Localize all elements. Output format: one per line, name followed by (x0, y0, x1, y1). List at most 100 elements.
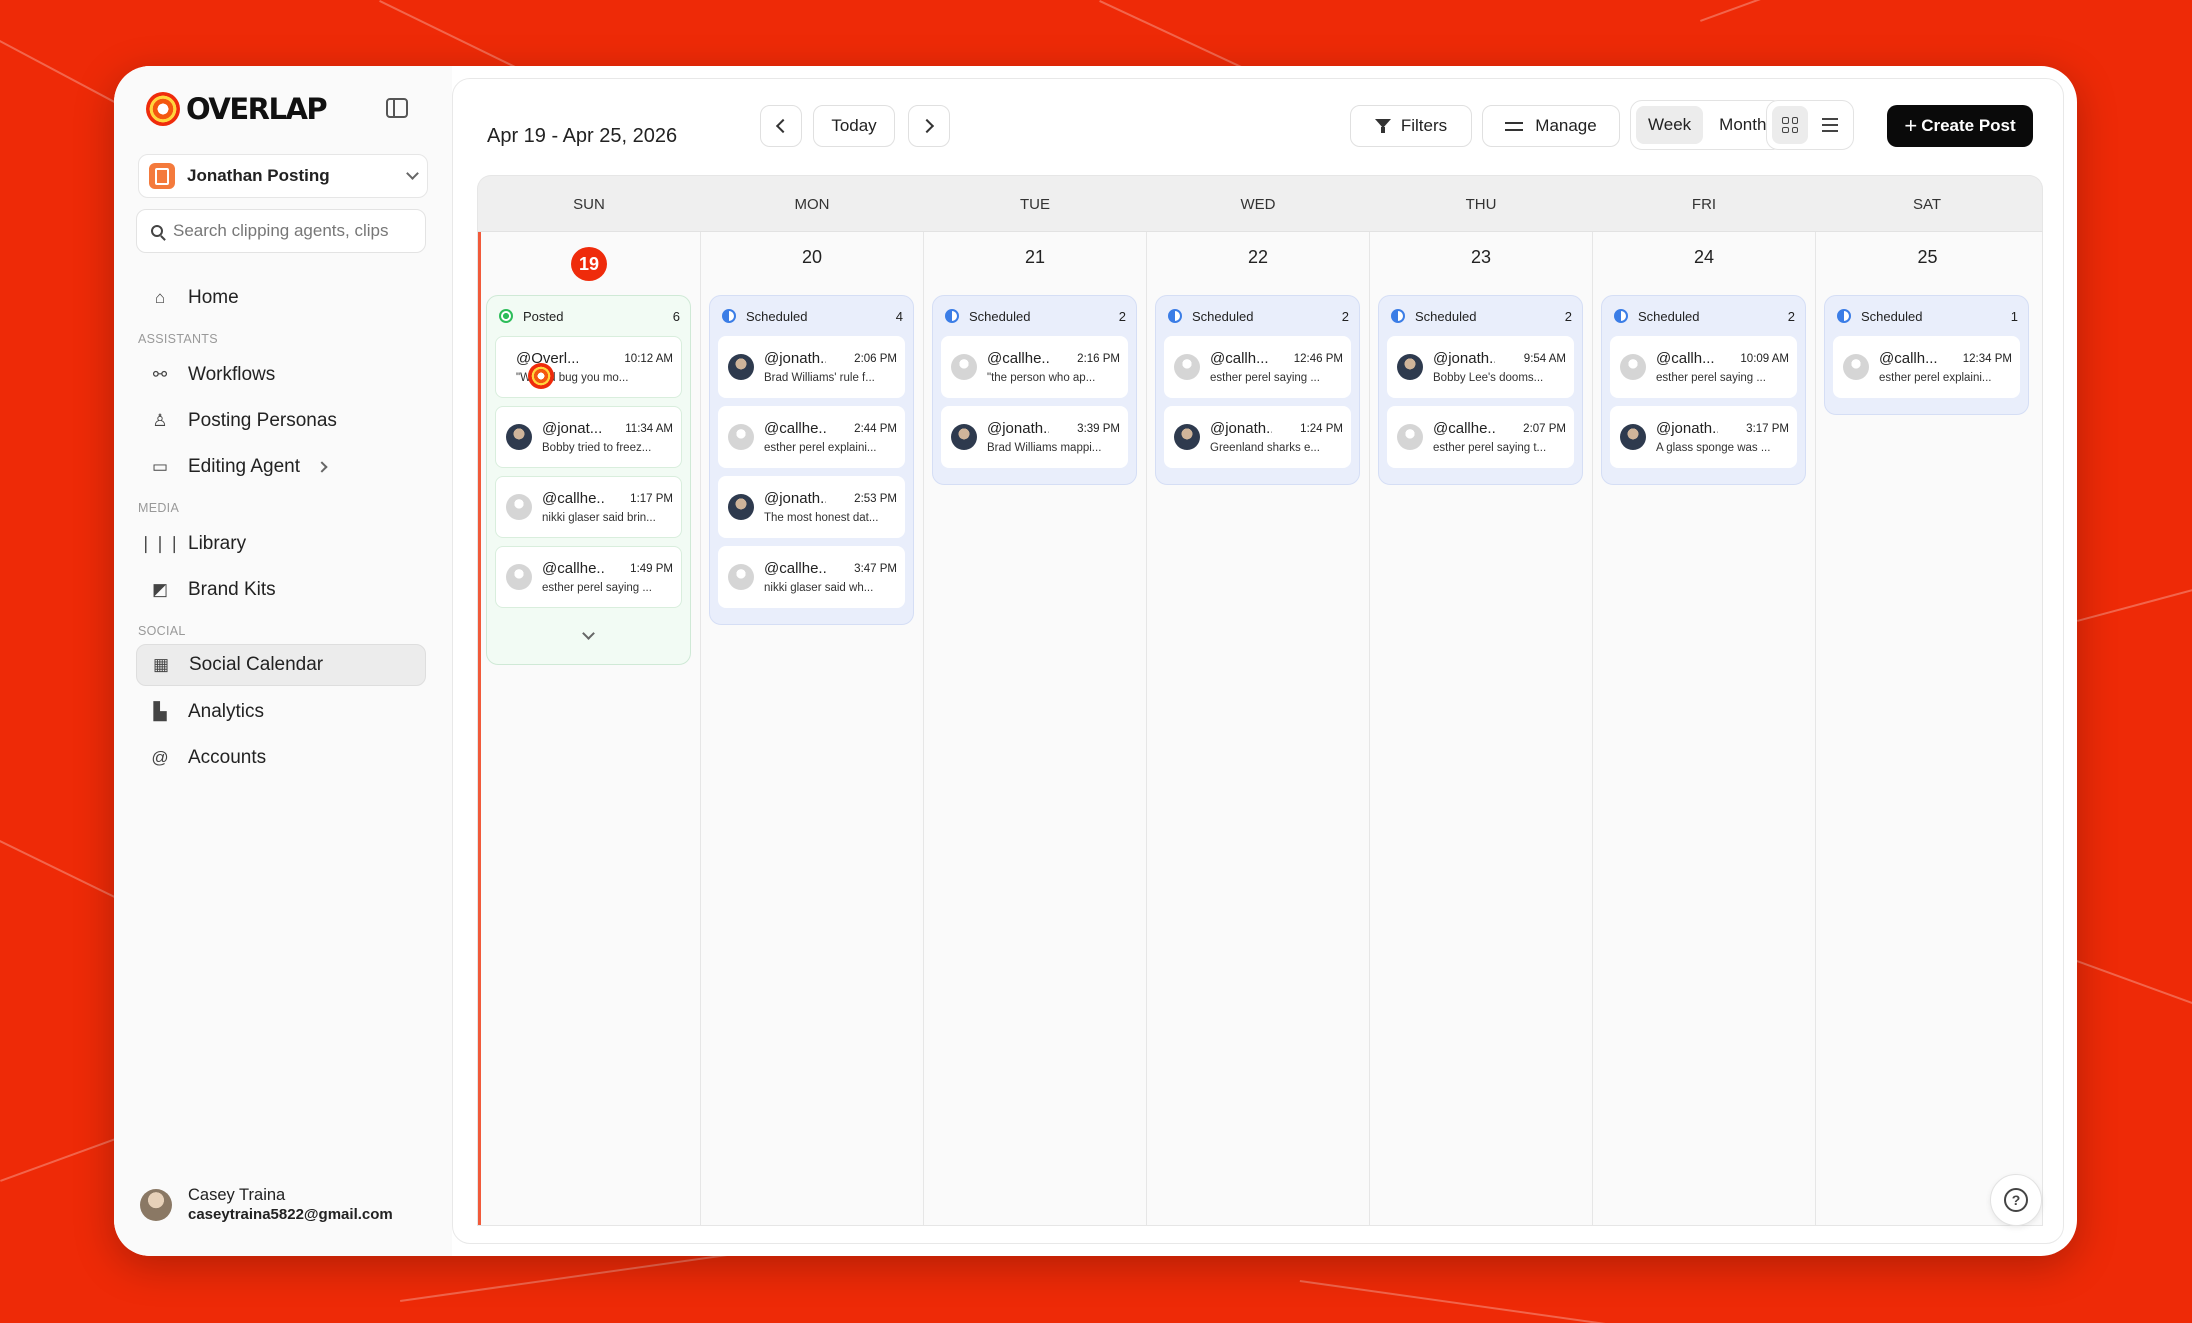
chevron-down-icon (406, 167, 419, 180)
nav-editing-agent-label: Editing Agent (188, 456, 300, 477)
group-header[interactable]: Scheduled 2 (1610, 296, 1797, 336)
post-handle: @callhe... (764, 560, 826, 577)
user-profile[interactable]: Casey Traina caseytraina5822@gmail.com (140, 1186, 393, 1224)
post-card[interactable]: @callhe... 2:07 PM esther perel saying t..… (1387, 406, 1574, 468)
day-number-text: 23 (1470, 247, 1492, 267)
posted-group: Posted 6 @Overl... 10:12 AM "What'd bug you … (486, 295, 691, 665)
workspace-icon (149, 163, 175, 189)
avatar (140, 1189, 172, 1221)
day-column[interactable]: 20 Scheduled 4 @jonath... 2:06 PM Brad Willia… (701, 232, 924, 1225)
post-handle: @callh... (1210, 350, 1269, 367)
avatar (506, 494, 532, 520)
post-time: 3:39 PM (1077, 422, 1120, 435)
post-time: 10:09 AM (1740, 352, 1789, 365)
help-button[interactable]: ? (1990, 1174, 2042, 1226)
group-header[interactable]: Scheduled 4 (718, 296, 905, 336)
group-header[interactable]: Scheduled 2 (1164, 296, 1351, 336)
post-card[interactable]: @callh... 12:34 PM esther perel explaini..… (1833, 336, 2020, 398)
nav-home[interactable]: ⌂ Home (136, 277, 426, 319)
avatar (1843, 354, 1869, 380)
nav-posting-personas[interactable]: ♙ Posting Personas (136, 400, 426, 442)
post-handle: @callhe... (542, 560, 604, 577)
nav-library[interactable]: ❘❘❘ Library (136, 523, 426, 565)
post-caption: Brad Williams' rule f... (764, 372, 875, 384)
nav-accounts[interactable]: @ Accounts (136, 737, 426, 779)
library-icon: ❘❘❘ (138, 534, 182, 553)
today-button[interactable]: Today (813, 105, 895, 147)
post-handle: @jonath... (1433, 350, 1495, 367)
post-card[interactable]: @jonath... 2:53 PM The most honest dat... (718, 476, 905, 538)
show-more-button[interactable] (495, 616, 682, 656)
post-time: 1:17 PM (630, 492, 673, 505)
day-number-text: 19 (571, 247, 607, 281)
day-number-text: 21 (1024, 247, 1046, 267)
scheduled-status-icon (945, 309, 959, 323)
scheduled-group: Scheduled 2 @jonath... 9:54 AM Bobby Lee's d… (1378, 295, 1583, 485)
avatar (506, 424, 532, 450)
create-post-button[interactable]: + Create Post (1887, 105, 2033, 147)
post-card[interactable]: @callhe... 1:49 PM esther perel saying ... (495, 546, 682, 608)
day-column[interactable]: 21 Scheduled 2 @callhe... 2:16 PM "the person… (924, 232, 1147, 1225)
group-header[interactable]: Scheduled 2 (1387, 296, 1574, 336)
day-column[interactable]: 23 Scheduled 2 @jonath... 9:54 AM Bobby Lee's… (1370, 232, 1593, 1225)
group-header[interactable]: Posted 6 (495, 296, 682, 336)
day-column[interactable]: 22 Scheduled 2 @callh... 12:46 PM esther pere… (1147, 232, 1370, 1225)
nav-workflows[interactable]: ⚯ Workflows (136, 354, 426, 396)
nav-accounts-label: Accounts (188, 747, 267, 768)
list-view-option[interactable] (1812, 106, 1848, 144)
post-caption: esther perel saying ... (1656, 372, 1766, 384)
group-count: 2 (1118, 308, 1126, 324)
avatar (728, 564, 754, 590)
workspace-selector[interactable]: Jonathan Posting (138, 154, 428, 198)
post-card[interactable]: @jonath... 3:17 PM A glass sponge was ... (1610, 406, 1797, 468)
post-card[interactable]: @callhe... 2:16 PM "the person who ap... (941, 336, 1128, 398)
post-card[interactable]: @jonath... 2:06 PM Brad Williams' rule f..… (718, 336, 905, 398)
background-line (1299, 1280, 1796, 1323)
group-header[interactable]: Scheduled 2 (941, 296, 1128, 336)
nav-analytics[interactable]: ▙ Analytics (136, 691, 426, 733)
post-card[interactable]: @jonath... 3:39 PM Brad Williams mappi... (941, 406, 1128, 468)
day-column[interactable]: 25 Scheduled 1 @callh... 12:34 PM esther pere… (1816, 232, 2039, 1225)
sidebar-toggle-icon[interactable] (386, 98, 408, 118)
background-line (1700, 0, 2192, 22)
manage-label: Manage (1535, 116, 1597, 135)
group-count: 2 (1341, 308, 1349, 324)
search-input[interactable]: Search clipping agents, clips (136, 209, 426, 253)
day-number: 21 (924, 247, 1146, 268)
post-caption: Bobby tried to freez... (542, 442, 652, 454)
grid-view-option[interactable] (1772, 106, 1808, 144)
scheduled-group: Scheduled 2 @callh... 12:46 PM esther perel … (1155, 295, 1360, 485)
post-card[interactable]: @callh... 12:46 PM esther perel saying ... (1164, 336, 1351, 398)
nav-brand-kits[interactable]: ◩ Brand Kits (136, 569, 426, 611)
person-icon: ♙ (152, 411, 168, 430)
post-card[interactable]: @jonat... 11:34 AM Bobby tried to freez... (495, 406, 682, 468)
post-caption: esther perel explaini... (1879, 372, 1992, 384)
post-card[interactable]: @callhe... 3:47 PM nikki glaser said wh... (718, 546, 905, 608)
nav-analytics-label: Analytics (188, 701, 265, 722)
filters-label: Filters (1400, 116, 1448, 135)
post-card[interactable]: @callhe... 1:17 PM nikki glaser said brin.… (495, 476, 682, 538)
post-time: 1:24 PM (1300, 422, 1343, 435)
next-week-button[interactable] (908, 105, 950, 147)
section-label-media: MEDIA (138, 501, 180, 515)
post-card[interactable]: @Overl... 10:12 AM "What'd bug you mo... (495, 336, 682, 398)
nav-social-calendar[interactable]: ▦ Social Calendar (136, 644, 426, 686)
post-time: 2:44 PM (854, 422, 897, 435)
day-column[interactable]: 24 Scheduled 2 @callh... 10:09 AM esther pere… (1593, 232, 1816, 1225)
week-view-option[interactable]: Week (1636, 106, 1704, 144)
calendar-panel: Apr 19 - Apr 25, 2026 Today Filters Mana… (452, 78, 2064, 1244)
brand-logo[interactable]: OVERLAP (146, 92, 328, 126)
group-header[interactable]: Scheduled 1 (1833, 296, 2020, 336)
post-card[interactable]: @callhe... 2:44 PM esther perel explaini..… (718, 406, 905, 468)
day-number: 22 (1147, 247, 1369, 268)
post-card[interactable]: @callh... 10:09 AM esther perel saying ... (1610, 336, 1797, 398)
filters-button[interactable]: Filters (1350, 105, 1472, 147)
manage-button[interactable]: Manage (1482, 105, 1620, 147)
post-card[interactable]: @jonath... 1:24 PM Greenland sharks e... (1164, 406, 1351, 468)
nav-editing-agent[interactable]: ▭ Editing Agent (136, 446, 426, 488)
post-caption: "the person who ap... (987, 372, 1096, 384)
post-caption: Greenland sharks e... (1210, 442, 1320, 454)
day-column[interactable]: 19 Posted 6 @Overl... 10:12 AM "What'd bug yo… (478, 232, 701, 1225)
post-card[interactable]: @jonath... 9:54 AM Bobby Lee's dooms... (1387, 336, 1574, 398)
prev-week-button[interactable] (760, 105, 802, 147)
